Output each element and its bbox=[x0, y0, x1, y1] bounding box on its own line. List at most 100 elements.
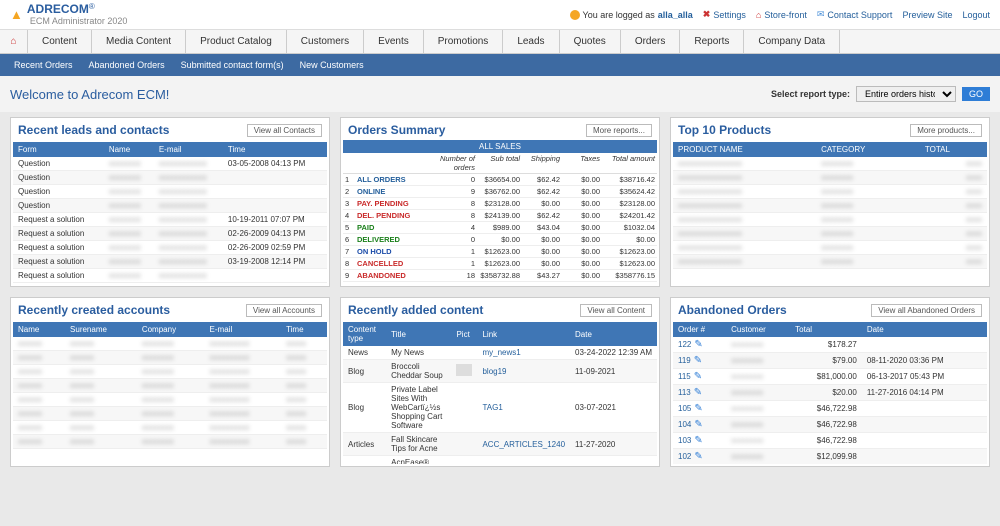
more-reports-button[interactable]: More reports... bbox=[586, 124, 652, 137]
nav-item[interactable]: Content bbox=[28, 30, 92, 53]
nav-item[interactable]: Orders bbox=[621, 30, 681, 53]
go-button[interactable]: GO bbox=[962, 87, 990, 101]
table-row[interactable]: 115✎xxxxxxxx$81,000.0006-13-2017 05:43 P… bbox=[673, 369, 987, 385]
table-row[interactable]: 113✎xxxxxxxx$20.0011-27-2016 04:14 PM bbox=[673, 385, 987, 401]
table-row[interactable]: xxxxxxxxxxxxxxxxxxxxxxxxxxxxxxxxxxx bbox=[13, 379, 327, 393]
nav-item[interactable]: Product Catalog bbox=[186, 30, 287, 53]
table-row[interactable]: xxxxxxxxxxxxxxxxxxxxxxxxxxxx bbox=[673, 157, 987, 171]
nav-item[interactable]: Quotes bbox=[560, 30, 621, 53]
table-row[interactable]: xxxxxxxxxxxxxxxxxxxxxxxxxxxx bbox=[673, 255, 987, 269]
table-row[interactable]: Questionxxxxxxxxxxxxxxxxxxxx bbox=[13, 171, 327, 185]
edit-icon[interactable]: ✎ bbox=[694, 355, 702, 366]
settings-link[interactable]: ✖Settings bbox=[703, 9, 746, 20]
order-link[interactable]: 105 bbox=[678, 404, 691, 413]
order-link[interactable]: 119 bbox=[678, 356, 691, 365]
subnav-item[interactable]: Submitted contact form(s) bbox=[181, 60, 284, 70]
table-row[interactable]: 102✎xxxxxxxx$12,099.98 bbox=[673, 449, 987, 465]
preview-site-link[interactable]: Preview Site bbox=[902, 10, 952, 20]
order-link[interactable]: 104 bbox=[678, 420, 691, 429]
nav-item[interactable]: Company Data bbox=[744, 30, 840, 53]
order-status-link[interactable]: CANCELLED bbox=[357, 259, 403, 268]
more-products-button[interactable]: More products... bbox=[910, 124, 982, 137]
nav-item[interactable]: Leads bbox=[503, 30, 559, 53]
table-row[interactable]: 119✎xxxxxxxx$79.0008-11-2020 03:36 PM bbox=[673, 353, 987, 369]
edit-icon[interactable]: ✎ bbox=[694, 387, 702, 398]
table-row[interactable]: xxxxxxxxxxxxxxxxxxxxxxxxxxxx bbox=[673, 227, 987, 241]
table-row[interactable]: xxxxxxxxxxxxxxxxxxxxxxxxxxxxxxxxxxx bbox=[13, 365, 327, 379]
panel-accounts: Recently created accounts View all Accou… bbox=[10, 297, 330, 467]
nav-item[interactable]: Reports bbox=[680, 30, 744, 53]
table-row[interactable]: ArticlesFall Skincare Tips for AcneACC_A… bbox=[343, 433, 657, 456]
view-all-content-button[interactable]: View all Content bbox=[580, 304, 652, 317]
order-status-link[interactable]: DEL. PENDING bbox=[357, 211, 410, 220]
view-all-accounts-button[interactable]: View all Accounts bbox=[246, 304, 322, 317]
report-type-select[interactable]: Entire orders history bbox=[856, 86, 956, 102]
content-link[interactable]: TAG1 bbox=[482, 403, 502, 412]
table-row[interactable]: Request a solutionxxxxxxxxxxxxxxxxxxxx02… bbox=[13, 227, 327, 241]
edit-icon[interactable]: ✎ bbox=[694, 451, 702, 462]
envelope-icon: ✉ bbox=[817, 9, 825, 20]
order-status-link[interactable]: PAID bbox=[357, 223, 374, 232]
view-all-contacts-button[interactable]: View all Contacts bbox=[247, 124, 322, 137]
content-link[interactable]: ACC_ARTICLES_1240 bbox=[482, 440, 565, 449]
table-row[interactable]: xxxxxxxxxxxxxxxxxxxxxxxxxxxx bbox=[673, 199, 987, 213]
edit-icon[interactable]: ✎ bbox=[694, 419, 702, 430]
content-link[interactable]: blog19 bbox=[482, 367, 506, 376]
table-row[interactable]: xxxxxxxxxxxxxxxxxxxxxxxxxxxxxxxxxxx bbox=[13, 435, 327, 449]
table-row[interactable]: BlogPrivate Label Sites With WebCartï¿½s… bbox=[343, 383, 657, 433]
order-link[interactable]: 102 bbox=[678, 452, 691, 461]
order-link[interactable]: 103 bbox=[678, 436, 691, 445]
table-row[interactable]: 105✎xxxxxxxx$46,722.98 bbox=[673, 401, 987, 417]
table-row[interactable]: Questionxxxxxxxxxxxxxxxxxxxx03-05-2008 0… bbox=[13, 157, 327, 171]
edit-icon[interactable]: ✎ bbox=[694, 435, 702, 446]
table-row[interactable]: Request a solutionxxxxxxxxxxxxxxxxxxxx03… bbox=[13, 255, 327, 269]
table-row[interactable]: xxxxxxxxxxxxxxxxxxxxxxxxxxxxxxxxxxx bbox=[13, 407, 327, 421]
order-status-link[interactable]: PAY. PENDING bbox=[357, 199, 409, 208]
subnav-item[interactable]: New Customers bbox=[300, 60, 364, 70]
logged-user[interactable]: alla_alla bbox=[658, 10, 693, 20]
table-row[interactable]: NewsMy Newsmy_news103-24-2022 12:39 AM bbox=[343, 346, 657, 360]
edit-icon[interactable]: ✎ bbox=[694, 403, 702, 414]
nav-item[interactable]: Events bbox=[364, 30, 424, 53]
nav-item[interactable]: Customers bbox=[287, 30, 364, 53]
order-link[interactable]: 115 bbox=[678, 372, 691, 381]
content-link[interactable]: my_news1 bbox=[482, 348, 520, 357]
order-status-link[interactable]: ON HOLD bbox=[357, 247, 392, 256]
view-all-abandoned-button[interactable]: View all Abandoned Orders bbox=[871, 304, 982, 317]
contact-support-link[interactable]: ✉Contact Support bbox=[817, 9, 893, 20]
order-link[interactable]: 113 bbox=[678, 388, 691, 397]
table-row[interactable]: xxxxxxxxxxxxxxxxxxxxxxxxxxxx bbox=[673, 213, 987, 227]
edit-icon[interactable]: ✎ bbox=[694, 339, 702, 350]
table-row[interactable]: BlogBroccoli Cheddar Soupblog1911-09-202… bbox=[343, 360, 657, 383]
table-row[interactable]: 103✎xxxxxxxx$46,722.98 bbox=[673, 433, 987, 449]
subnav-item[interactable]: Abandoned Orders bbox=[89, 60, 165, 70]
table-row[interactable]: Questionxxxxxxxxxxxxxxxxxxxx bbox=[13, 199, 327, 213]
order-status-link[interactable]: ALL ORDERS bbox=[357, 175, 406, 184]
nav-item[interactable]: Media Content bbox=[92, 30, 186, 53]
table-row[interactable]: xxxxxxxxxxxxxxxxxxxxxxxxxxxxxxxxxxx bbox=[13, 421, 327, 435]
table-row[interactable]: xxxxxxxxxxxxxxxxxxxxxxxxxxxx bbox=[673, 185, 987, 199]
table-row[interactable]: 104✎xxxxxxxx$46,722.98 bbox=[673, 417, 987, 433]
nav-home[interactable]: ⌂ bbox=[0, 30, 28, 53]
edit-icon[interactable]: ✎ bbox=[694, 371, 702, 382]
table-row[interactable]: xxxxxxxxxxxxxxxxxxxxxxxxxxxxxxxxxxx bbox=[13, 337, 327, 351]
logout-link[interactable]: Logout bbox=[962, 10, 990, 20]
table-row[interactable]: 122✎xxxxxxxx$178.27 bbox=[673, 337, 987, 353]
table-row[interactable]: xxxxxxxxxxxxxxxxxxxxxxxxxxxxxxxxxxx bbox=[13, 351, 327, 365]
storefront-link[interactable]: ⌂Store-front bbox=[756, 10, 807, 20]
table-row[interactable]: Questionxxxxxxxxxxxxxxxxxxxx bbox=[13, 185, 327, 199]
home-icon: ⌂ bbox=[756, 10, 761, 20]
order-status-link[interactable]: DELIVERED bbox=[357, 235, 400, 244]
order-status-link[interactable]: ONLINE bbox=[357, 187, 385, 196]
order-link[interactable]: 122 bbox=[678, 340, 691, 349]
order-status-link[interactable]: ABANDONED bbox=[357, 271, 406, 280]
table-row[interactable]: Request a solutionxxxxxxxxxxxxxxxxxxxx10… bbox=[13, 213, 327, 227]
table-row[interactable]: ArticlesAcnEase® Your Ticket To Clear Sk… bbox=[343, 456, 657, 465]
subnav-item[interactable]: Recent Orders bbox=[14, 60, 73, 70]
table-row[interactable]: xxxxxxxxxxxxxxxxxxxxxxxxxxxx bbox=[673, 241, 987, 255]
table-row[interactable]: Request a solutionxxxxxxxxxxxxxxxxxxxx02… bbox=[13, 241, 327, 255]
table-row[interactable]: Request a solutionxxxxxxxxxxxxxxxxxxxx bbox=[13, 269, 327, 283]
nav-item[interactable]: Promotions bbox=[424, 30, 504, 53]
table-row[interactable]: xxxxxxxxxxxxxxxxxxxxxxxxxxxx bbox=[673, 171, 987, 185]
table-row[interactable]: xxxxxxxxxxxxxxxxxxxxxxxxxxxxxxxxxxx bbox=[13, 393, 327, 407]
